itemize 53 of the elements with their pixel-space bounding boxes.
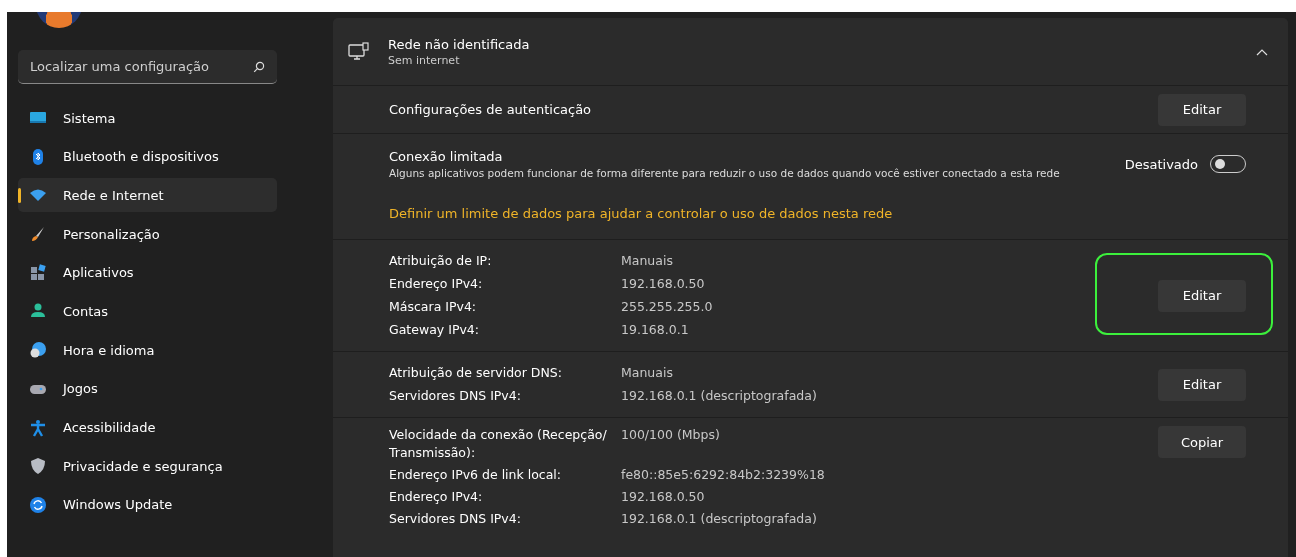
nav-item[interactable]: Jogos: [18, 371, 277, 406]
property-value: 19.168.0.1: [621, 321, 689, 339]
property-value: Manuais: [621, 252, 673, 270]
property-label: Velocidade da conexão (Recepção/ Transmissão):: [389, 426, 608, 462]
nav-item[interactable]: Acessibilidade: [18, 410, 277, 445]
nav-item[interactable]: Hora e idioma: [18, 333, 277, 368]
nav-item[interactable]: Personalização: [18, 217, 277, 252]
property-value: 192.168.0.50: [621, 275, 705, 293]
nav-item[interactable]: Bluetooth e dispositivos: [18, 139, 277, 174]
property-value: Manuais: [621, 364, 673, 382]
nav-item[interactable]: Rede e Internet: [18, 178, 277, 213]
property-label: Endereço IPv4:: [389, 488, 484, 506]
accessibility-icon: [29, 418, 47, 437]
search-icon: [253, 60, 265, 73]
property-value: 192.168.0.1 (descriptografada): [621, 510, 817, 528]
property-label: Endereço IPv4:: [389, 275, 484, 293]
edit-button[interactable]: Editar: [1158, 368, 1246, 401]
property-label: Atribuição de IP:: [389, 252, 493, 270]
apps-icon: [29, 263, 47, 282]
setting-label: Configurações de autenticação: [389, 102, 592, 117]
nav-item[interactable]: Aplicativos: [18, 255, 277, 290]
property-value: 192.168.0.50: [621, 488, 705, 506]
property-value: fe80::85e5:6292:84b2:3239%18: [621, 466, 825, 484]
setting-label: Conexão limitada: [389, 149, 504, 164]
setting-description: Alguns aplicativos podem funcionar de forma diferente para reduzir o uso de dados quando você estiver conectado a esta rede: [389, 167, 1061, 179]
globe-clock-icon: [29, 341, 47, 360]
edit-button[interactable]: Editar: [1158, 279, 1246, 312]
property-value: 100/100 (Mbps): [621, 426, 720, 444]
search-box[interactable]: Localizar uma configuração: [18, 50, 277, 84]
nav-item[interactable]: Windows Update: [18, 487, 277, 522]
shield-icon: [29, 457, 47, 476]
property-label: Máscara IPv4:: [389, 298, 478, 316]
network-title: Rede não identificada: [388, 36, 531, 52]
network-header[interactable]: Rede não identificada Sem internet: [333, 18, 1288, 86]
property-label: Servidores DNS IPv4:: [389, 387, 522, 405]
property-label: Gateway IPv4:: [389, 321, 480, 339]
property-label: Endereço IPv6 de link local:: [389, 466, 563, 484]
chevron-icon[interactable]: [1256, 47, 1268, 56]
nav-item[interactable]: Sistema: [18, 101, 277, 135]
property-value: 255.255.255.0: [621, 298, 713, 316]
nav-item[interactable]: Contas: [18, 294, 277, 329]
nav-item[interactable]: Privacidade e segurança: [18, 449, 277, 484]
ethernet-monitor-icon: [348, 41, 370, 62]
edit-button[interactable]: Editar: [1158, 93, 1246, 126]
data-limit-link[interactable]: Definir um limite de dados para ajudar a controlar o uso de dados nesta rede: [389, 206, 893, 221]
property-value: 192.168.0.1 (descriptografada): [621, 387, 817, 405]
copy-button[interactable]: Copiar: [1158, 426, 1246, 458]
search-field[interactable]: Localizar uma configuração: [30, 59, 253, 74]
update-icon: [29, 495, 47, 514]
property-label: Servidores DNS IPv4:: [389, 510, 522, 528]
toggle-state: Desativado: [1124, 156, 1198, 172]
property-label: Atribuição de servidor DNS:: [389, 364, 563, 382]
network-status: Sem internet: [388, 53, 461, 67]
